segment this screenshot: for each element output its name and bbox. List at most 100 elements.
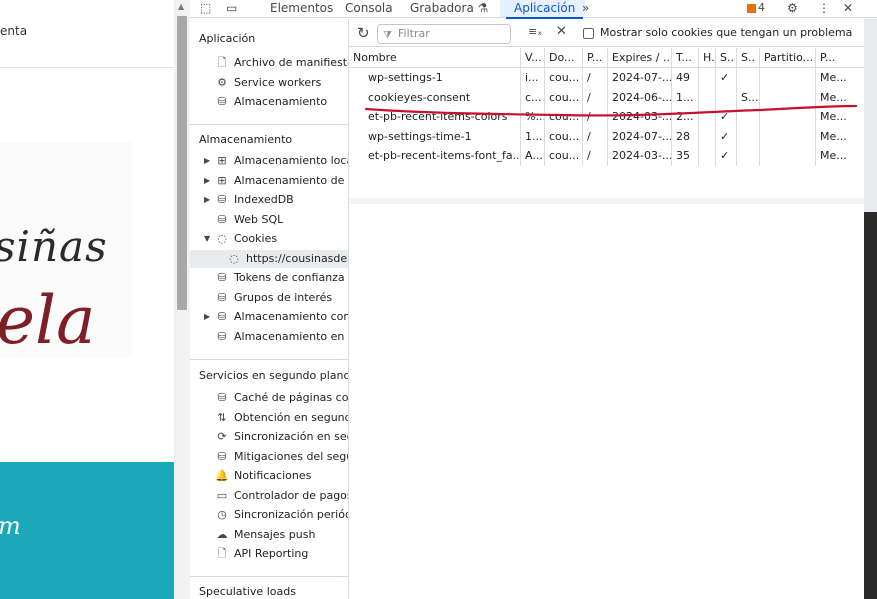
sidebar-item-label: Caché de páginas completas	[234, 391, 349, 404]
cookie-filter-bar: ↻ ⧩ Filtrar ≡ₓ ✕ Mostrar solo cookies qu…	[349, 19, 877, 47]
close-icon[interactable]: ✕	[843, 1, 853, 15]
triangle-right-icon[interactable]: ▶	[204, 191, 210, 209]
gear-icon[interactable]: ⚙	[787, 1, 798, 15]
site-header-text[interactable]: enta	[0, 24, 27, 38]
inspect-icon[interactable]: ⬚	[200, 1, 211, 15]
issues-only-label: Mostrar solo cookies que tengan un probl…	[600, 26, 853, 39]
table-row[interactable]: cookieyes-consent c... cou.../2024-06-... 1…	[349, 87, 864, 108]
sidebar-item-label: Obtención en segundo plano	[234, 410, 348, 424]
sidebar-item-mitigaciones-del-seguimiento[interactable]: ⛁ Mitigaciones del seguimiento	[215, 448, 348, 466]
sidebar-item-label: Mitigaciones del seguimiento	[234, 449, 348, 463]
triangle-right-icon[interactable]: ▶	[204, 308, 210, 326]
page-scrollbar[interactable]: ▲	[174, 0, 190, 599]
column-header[interactable]: V...	[520, 48, 544, 68]
table-cell: Me...	[815, 107, 864, 127]
sync-icon: ⟳	[217, 430, 227, 443]
sidebar-item-mensajes-push[interactable]: ☁ Mensajes push	[215, 526, 316, 544]
more-tabs-icon[interactable]: »	[582, 0, 589, 18]
table-row[interactable]: et-pb-recent-items-colors%... cou.../2024…	[349, 107, 864, 127]
table-cell: c...	[520, 87, 544, 108]
table-cell: Me...	[815, 146, 864, 166]
table-cell: ✓	[715, 126, 736, 147]
section-title-application[interactable]: Aplicación	[199, 32, 255, 45]
table-cell	[715, 87, 736, 108]
table-cell: Me...	[815, 87, 864, 108]
database-icon: ⛁	[217, 329, 227, 343]
column-header[interactable]: P...	[582, 48, 607, 68]
table-cell: cookieyes-consent	[368, 90, 471, 104]
sidebar-item-obtenci-n-en-segundo-plano[interactable]: ⇅ Obtención en segundo plano	[215, 409, 348, 427]
sidebar-item-archivo-de-manifiesto[interactable]: 🗋 Archivo de manifiesto	[215, 54, 349, 72]
sidebar-item-notificaciones[interactable]: 🔔 Notificaciones	[215, 467, 311, 485]
sidebar-item-label: Notificaciones	[234, 469, 312, 482]
filter-input[interactable]: ⧩ Filtrar	[377, 24, 511, 44]
table-cell: ✓	[715, 107, 736, 127]
section-title-speculative-loads[interactable]: Speculative loads	[199, 585, 296, 598]
sidebar-item-label: Almacenamiento en caché	[234, 329, 348, 343]
sidebar-item-controlador-de-pagos[interactable]: ▭ Controlador de pagos	[215, 487, 348, 505]
table-row[interactable]: et-pb-recent-items-font_fa... A... cou... /…	[349, 146, 864, 166]
sidebar-item-web-sql[interactable]: ⛁ Web SQL	[215, 211, 283, 229]
issues-only-checkbox[interactable]	[583, 28, 594, 39]
table-cell: 2024-03-...	[607, 146, 671, 166]
table-cell	[698, 87, 715, 108]
column-header[interactable]: S..	[715, 48, 736, 68]
column-header[interactable]: H.	[698, 48, 715, 68]
sidebar-item-sincronizaci-n-en-segundo-plan[interactable]: ⟳ Sincronización en segundo plano	[215, 428, 348, 446]
sidebar-item-label: Archivo de manifiesto	[234, 56, 349, 69]
tab-recorder[interactable]: Grabadora ⚗	[410, 0, 488, 18]
scrollbar-thumb[interactable]	[177, 16, 187, 310]
sidebar-item-tokens-de-confianza[interactable]: ⛁ Tokens de confianza	[215, 269, 344, 287]
scroll-up-icon[interactable]: ▲	[178, 2, 184, 11]
column-header[interactable]: Do...	[544, 48, 582, 68]
sidebar-item-label: Almacenamiento	[234, 95, 328, 108]
sidebar-item-https-cousinasdekela-com[interactable]: ◌ https://cousinasdekela.com	[190, 249, 348, 268]
tab-console[interactable]: Consola	[345, 0, 393, 18]
clear-filter-icon[interactable]: ≡ₓ	[528, 25, 542, 38]
column-header[interactable]: Expires / ...	[607, 48, 671, 68]
sidebar-item-label: Almacenamiento local	[234, 154, 349, 167]
sidebar-separator	[190, 359, 348, 360]
issues-badge[interactable]: 4	[747, 1, 765, 14]
table-row[interactable]: wp-settings-time-1 1... cou.../2024-07-...…	[349, 126, 864, 147]
triangle-right-icon[interactable]: ▶	[204, 172, 210, 190]
table-cell: 1...	[671, 87, 698, 108]
sidebar-item-almacenamiento-compartido[interactable]: ▶ ⛁ Almacenamiento compartido	[204, 308, 348, 326]
tab-elements[interactable]: Elementos	[270, 0, 333, 18]
kebab-menu-icon[interactable]: ⋮	[818, 1, 830, 15]
section-title-storage[interactable]: Almacenamiento	[199, 133, 292, 146]
column-header[interactable]: Partitio...	[759, 48, 815, 68]
table-cell	[759, 107, 815, 127]
section-title-background-services[interactable]: Servicios en segundo plano	[199, 369, 348, 382]
sidebar-item-label: Sincronización periódica	[234, 508, 348, 521]
sidebar-item-almacenamiento-de-sesi-n[interactable]: ▶ ⊞ Almacenamiento de sesión	[204, 172, 348, 190]
flask-icon: ⚗	[477, 1, 489, 15]
column-header[interactable]: S..	[736, 48, 759, 68]
column-header[interactable]: P...	[815, 48, 864, 68]
sidebar-item-grupos-de-inter-s[interactable]: ⛁ Grupos de interés	[215, 289, 332, 307]
table-cell: ✓	[715, 68, 736, 88]
sidebar-item-sincronizaci-n-peri-dica[interactable]: ◷ Sincronización periódica	[215, 506, 348, 524]
triangle-right-icon[interactable]: ▶	[204, 152, 210, 170]
table-row[interactable]: wp-settings-1 i... cou.../2024-07-... 49 ✓ Me…	[349, 68, 864, 88]
sidebar-item-cookies[interactable]: ▼ ◌ Cookies	[204, 230, 277, 248]
column-header[interactable]: T...	[671, 48, 698, 68]
table-cell	[698, 126, 715, 147]
sidebar-item-indexeddb[interactable]: ▶ ⛁ IndexedDB	[204, 191, 294, 209]
triangle-down-icon[interactable]: ▼	[204, 230, 210, 248]
sidebar-item-almacenamiento-en-cach-[interactable]: ⛁ Almacenamiento en caché	[215, 328, 348, 346]
clock-icon: ◷	[217, 508, 227, 521]
table-cell	[759, 68, 815, 88]
sidebar-item-label: API Reporting	[234, 547, 309, 560]
device-toggle-icon[interactable]: ▭	[226, 1, 237, 15]
sidebar-item-almacenamiento-local[interactable]: ▶ ⊞ Almacenamiento local	[204, 152, 349, 170]
refresh-icon[interactable]: ↻	[357, 24, 370, 42]
sidebar-item-cach-de-p-ginas-completas[interactable]: ⛁ Caché de páginas completas	[215, 389, 349, 407]
delete-icon[interactable]: ✕	[556, 24, 567, 39]
sidebar-item-almacenamiento[interactable]: ⛁ Almacenamiento	[215, 93, 327, 111]
tab-application[interactable]: Aplicación	[505, 0, 584, 19]
devtools-toolbar: ⬚ ▭ Elementos Consola Grabadora ⚗ Aplica…	[190, 0, 877, 19]
column-header[interactable]: Nombre	[349, 48, 520, 68]
sidebar-item-service-workers[interactable]: ⚙ Service workers	[215, 74, 321, 92]
sidebar-item-api-reporting[interactable]: 🗋 API Reporting	[215, 545, 309, 563]
